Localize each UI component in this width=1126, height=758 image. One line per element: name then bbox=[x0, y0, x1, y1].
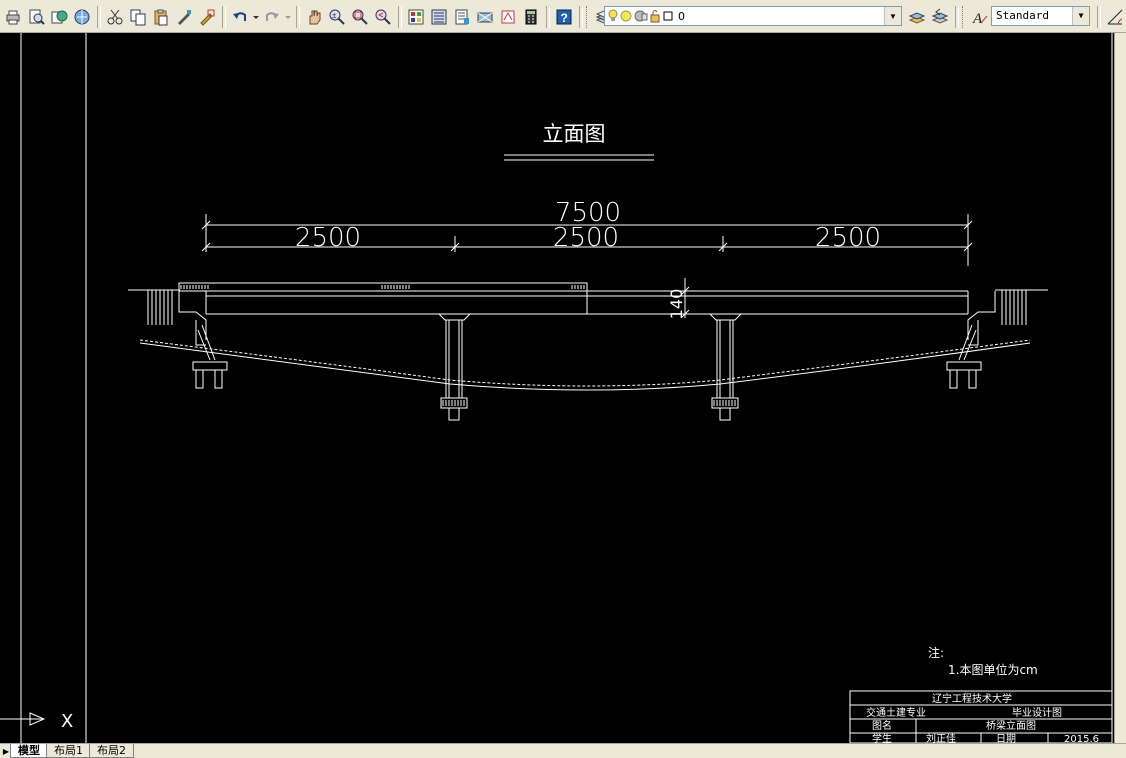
height-dimension-text: 140 bbox=[667, 289, 686, 320]
text-style-name: Standard bbox=[996, 9, 1049, 22]
layer-viewport-icon bbox=[634, 10, 648, 22]
cut-icon[interactable] bbox=[104, 6, 126, 28]
layer-unlock-icon bbox=[650, 10, 660, 23]
zoom-realtime-icon[interactable]: ± bbox=[326, 6, 348, 28]
tab-model[interactable]: 模型 bbox=[10, 744, 48, 758]
title-block-name-label: 图名 bbox=[872, 719, 892, 732]
layout-tab-bar: ▶ 模型 布局1 布局2 bbox=[0, 743, 1126, 758]
design-center-icon[interactable] bbox=[428, 6, 450, 28]
plot-preview-icon[interactable] bbox=[25, 6, 47, 28]
standard-button-group: ± ? bbox=[2, 4, 616, 30]
notes-line-1: 1.本图单位为cm bbox=[948, 662, 1038, 677]
svg-text:A: A bbox=[972, 11, 983, 26]
title-block-design-type: 毕业设计图 bbox=[1012, 706, 1062, 719]
sheet-set-icon[interactable] bbox=[474, 6, 496, 28]
redo-dropdown-icon[interactable] bbox=[284, 6, 292, 28]
ucs-x-label: X bbox=[61, 711, 73, 732]
3d-dwf-icon[interactable] bbox=[71, 6, 93, 28]
zoom-previous-icon[interactable] bbox=[372, 6, 394, 28]
properties-icon[interactable] bbox=[405, 6, 427, 28]
toolbar-grip[interactable] bbox=[586, 6, 590, 28]
text-style-dropdown[interactable]: Standard ▼ bbox=[991, 6, 1090, 26]
make-object-layer-current-icon[interactable] bbox=[906, 6, 928, 28]
span-dimension-3: 2500 bbox=[815, 223, 881, 253]
dimension-style-button-group bbox=[1094, 4, 1126, 30]
quickcalc-icon[interactable] bbox=[520, 6, 542, 28]
title-block-student-label: 学生 bbox=[872, 732, 892, 743]
toolbar-separator bbox=[296, 6, 300, 28]
standard-toolbar: ± ? 0 ▼ A Standard ▼ bbox=[0, 0, 1126, 33]
tab-layout1[interactable]: 布局1 bbox=[46, 744, 91, 758]
match-properties-icon[interactable] bbox=[173, 6, 195, 28]
ucs-icon bbox=[0, 712, 46, 726]
pan-icon[interactable] bbox=[303, 6, 325, 28]
title-block-date: 2015.6 bbox=[1064, 734, 1099, 743]
title-block-student: 刘正佳 bbox=[926, 732, 956, 743]
toolbar-separator bbox=[955, 6, 959, 28]
model-space-canvas[interactable]: 立面图 7500 2500 2500 2500 140 注: 1.本图单位为cm… bbox=[0, 33, 1114, 743]
title-block-major: 交通土建专业 bbox=[866, 706, 926, 719]
span-dimension-2: 2500 bbox=[553, 223, 619, 253]
title-block-university: 辽宁工程技术大学 bbox=[932, 692, 1012, 705]
zoom-window-icon[interactable] bbox=[349, 6, 371, 28]
help-icon[interactable]: ? bbox=[553, 6, 575, 28]
layer-button-group: A bbox=[906, 4, 992, 30]
dimension-style-manager-icon[interactable] bbox=[1104, 6, 1126, 28]
vertical-scrollbar[interactable] bbox=[1114, 33, 1126, 743]
title-block-drawing-name: 桥梁立面图 bbox=[986, 719, 1036, 732]
undo-icon[interactable] bbox=[229, 6, 251, 28]
tool-palettes-icon[interactable] bbox=[451, 6, 473, 28]
drawing-svg: 立面图 7500 2500 2500 2500 140 注: 1.本图单位为cm… bbox=[0, 33, 1113, 743]
notes-heading: 注: bbox=[928, 645, 944, 660]
toolbar-grip[interactable] bbox=[962, 6, 966, 28]
svg-text:?: ? bbox=[561, 11, 568, 25]
layer-color-swatch-icon bbox=[663, 11, 673, 21]
layer-thaw-sun-icon bbox=[620, 10, 632, 22]
redo-icon[interactable] bbox=[261, 6, 283, 28]
toolbar-separator bbox=[222, 6, 226, 28]
layer-previous-icon[interactable] bbox=[929, 6, 951, 28]
toolbar-separator bbox=[398, 6, 402, 28]
publish-icon[interactable] bbox=[48, 6, 70, 28]
copy-icon[interactable] bbox=[127, 6, 149, 28]
paste-icon[interactable] bbox=[150, 6, 172, 28]
svg-text:±: ± bbox=[332, 11, 337, 20]
chevron-down-icon[interactable]: ▼ bbox=[1072, 7, 1089, 25]
toolbar-separator bbox=[579, 6, 583, 28]
toolbar-separator bbox=[97, 6, 101, 28]
drawing-title: 立面图 bbox=[543, 122, 606, 146]
tab-layout2[interactable]: 布局2 bbox=[89, 744, 134, 758]
title-block-date-label: 日期 bbox=[996, 733, 1016, 743]
bridge-elevation bbox=[128, 282, 1048, 421]
markup-icon[interactable] bbox=[497, 6, 519, 28]
layer-dropdown[interactable]: 0 ▼ bbox=[604, 6, 902, 26]
plot-icon[interactable] bbox=[2, 6, 24, 28]
text-style-manager-icon[interactable]: A bbox=[969, 6, 991, 28]
chevron-down-icon[interactable]: ▼ bbox=[884, 7, 901, 25]
block-editor-icon[interactable] bbox=[196, 6, 218, 28]
layer-on-bulb-icon bbox=[608, 9, 618, 21]
layer-name: 0 bbox=[678, 9, 685, 23]
undo-dropdown-icon[interactable] bbox=[252, 6, 260, 28]
toolbar-separator bbox=[546, 6, 550, 28]
toolbar-separator bbox=[1097, 6, 1101, 28]
span-dimension-1: 2500 bbox=[295, 223, 361, 253]
